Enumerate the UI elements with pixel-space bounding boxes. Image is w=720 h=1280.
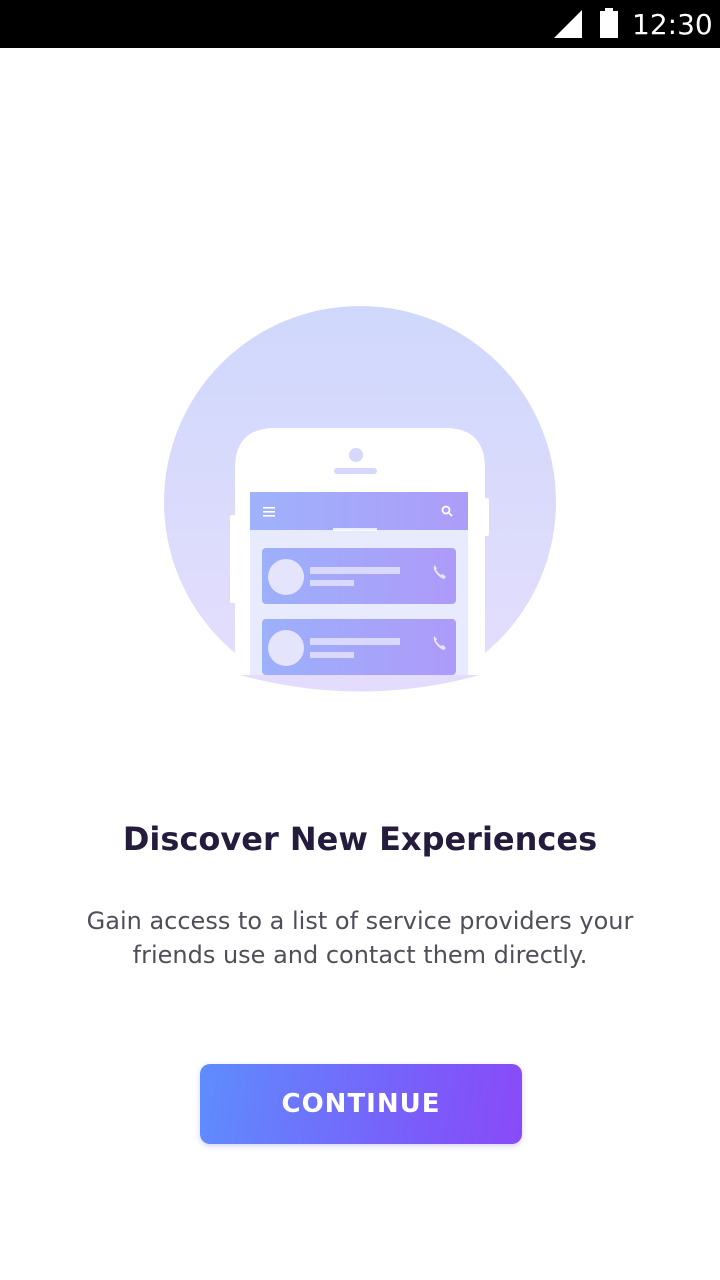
menu-icon	[263, 507, 275, 517]
continue-button[interactable]: CONTINUE	[200, 1064, 522, 1144]
page-title: Discover New Experiences	[122, 820, 598, 858]
battery-icon	[600, 8, 618, 38]
signal-icon	[554, 10, 582, 38]
phone-illustration	[164, 306, 556, 710]
page-description: Gain access to a list of service provide…	[86, 907, 634, 969]
status-bar: 12:30	[0, 0, 720, 48]
status-time: 12:30	[632, 8, 713, 41]
phone-mockup	[230, 428, 489, 710]
onboarding-screen: 12:30 Discover New Experiences Gain acce…	[0, 0, 720, 1280]
